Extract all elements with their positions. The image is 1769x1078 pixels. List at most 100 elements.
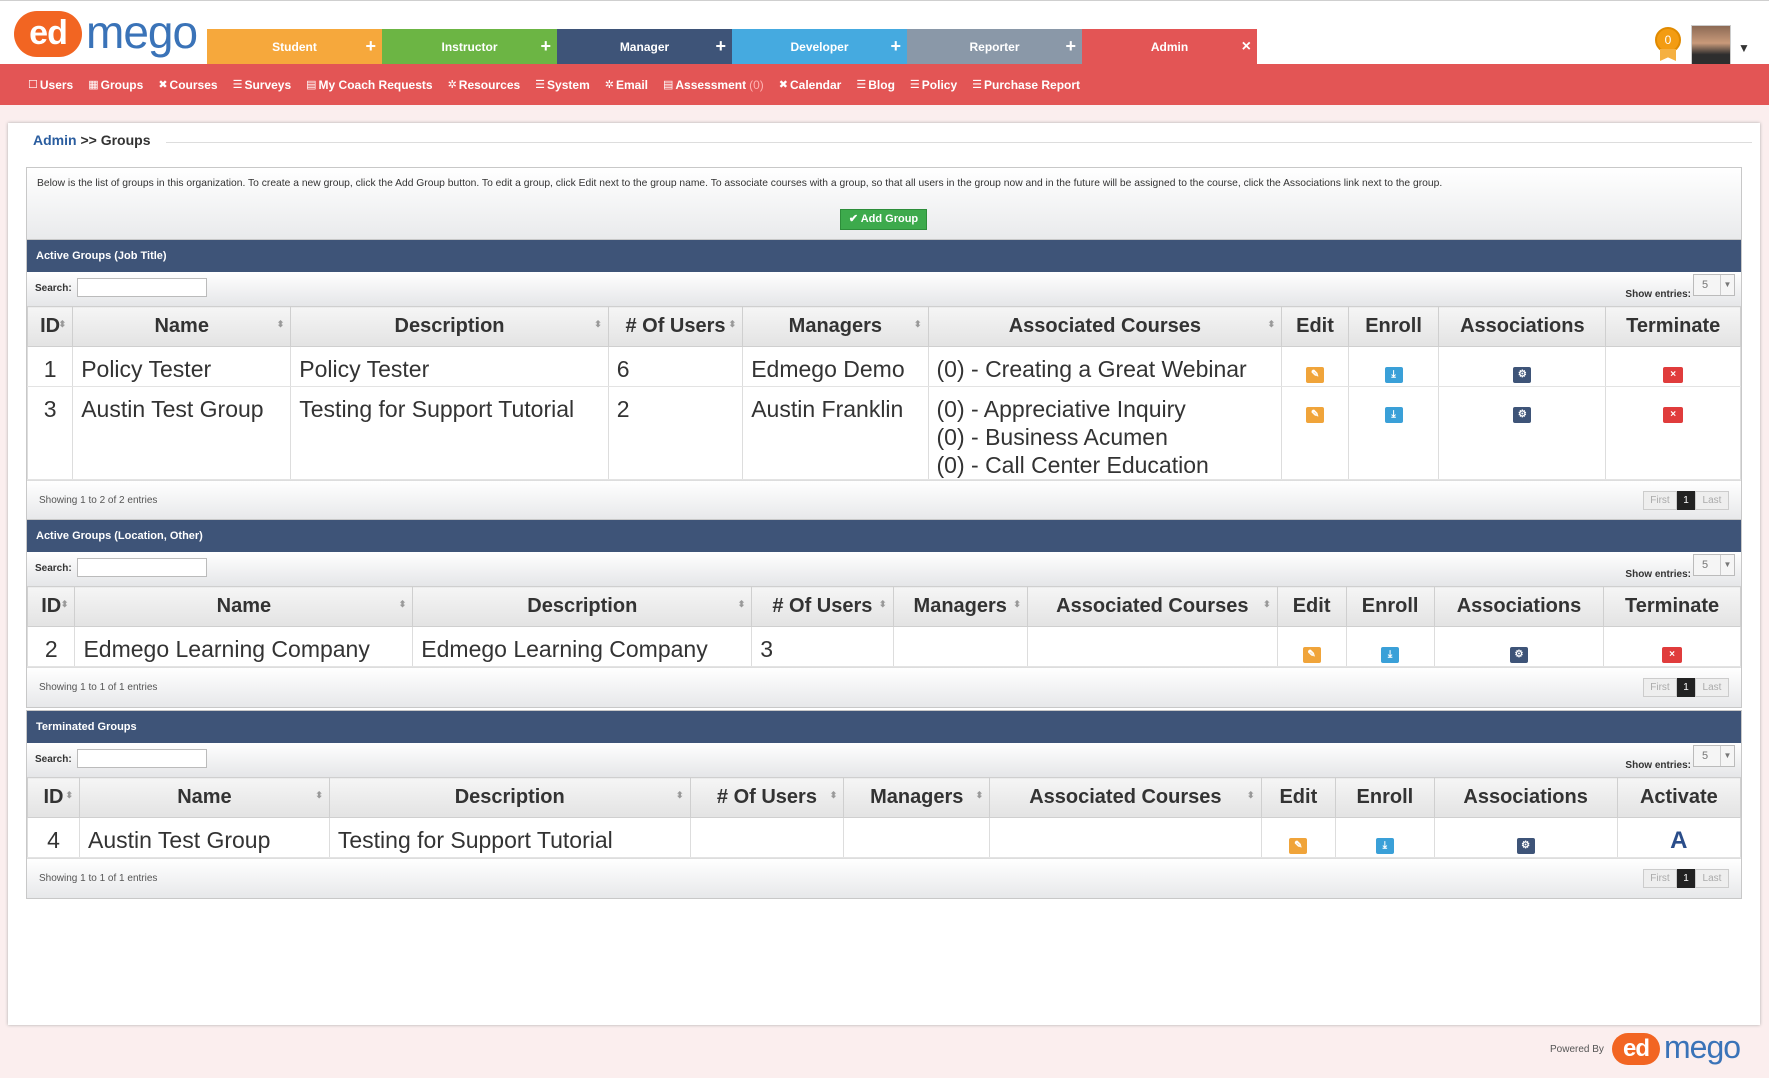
show-entries-select[interactable]: 5 ▼	[1693, 274, 1735, 296]
associated-course: (0) - Call Center Education	[936, 452, 1209, 478]
chevron-down-icon: ▼	[1720, 555, 1734, 575]
add-group-button[interactable]: ✔ Add Group	[840, 209, 927, 230]
column-header-id[interactable]: ID ⬍	[26, 586, 76, 627]
search-input[interactable]	[77, 749, 207, 768]
column-header-terminate: Terminate	[1603, 586, 1741, 627]
tab-manager[interactable]: Manager +	[557, 29, 732, 65]
plus-icon[interactable]: +	[365, 29, 376, 63]
terminate-icon[interactable]: ×	[1663, 367, 1684, 383]
breadcrumb-admin-link[interactable]: Admin	[33, 132, 77, 148]
column-header-description[interactable]: Description ⬍	[290, 306, 609, 347]
nav-item-purchase-report[interactable]: ☰ Purchase Report	[972, 78, 1080, 92]
nav-item-policy[interactable]: ☰ Policy	[910, 78, 957, 92]
plus-icon[interactable]: +	[890, 29, 901, 63]
associations-icon[interactable]: ⚙	[1516, 838, 1535, 854]
action-cell: ✎	[1281, 346, 1349, 387]
column-header-managers[interactable]: Managers ⬍	[843, 777, 991, 818]
column-header-associated-courses[interactable]: Associated Courses ⬍	[927, 306, 1283, 347]
enroll-icon[interactable]: ⤓	[1384, 407, 1403, 423]
edmego-logo[interactable]: ed mego	[14, 7, 198, 59]
nav-item-surveys[interactable]: ☰ Surveys	[233, 78, 292, 92]
column-header-of-users[interactable]: # Of Users ⬍	[689, 777, 845, 818]
associations-icon[interactable]: ⚙	[1513, 367, 1532, 383]
activate-button[interactable]: A	[1670, 827, 1687, 854]
associations-icon[interactable]: ⚙	[1513, 407, 1532, 423]
column-header-of-users[interactable]: # Of Users ⬍	[751, 586, 894, 627]
column-header-associated-courses[interactable]: Associated Courses ⬍	[1026, 586, 1278, 627]
tab-instructor[interactable]: Instructor +	[382, 29, 557, 65]
footer-edmego-logo[interactable]: ed mego	[1612, 1029, 1741, 1067]
column-header-id[interactable]: ID ⬍	[26, 306, 74, 347]
column-header-managers[interactable]: Managers ⬍	[892, 586, 1028, 627]
search-input[interactable]	[77, 278, 207, 297]
groups-table: ID ⬍ Name ⬍ Description ⬍ # Of Users ⬍ Managers ⬍…	[27, 777, 1742, 858]
nav-item-label: Assessment	[675, 77, 747, 92]
plus-icon[interactable]: +	[715, 29, 726, 63]
column-header-label: # Of Users	[716, 786, 817, 808]
nav-item-system[interactable]: ☰ System	[535, 78, 590, 92]
show-entries-select[interactable]: 5 ▼	[1693, 745, 1735, 767]
nav-count-badge: (0)	[749, 77, 764, 92]
pagination-last-button[interactable]: Last	[1695, 491, 1729, 510]
pagination-first-button[interactable]: First	[1643, 869, 1677, 888]
table-row: 1 Policy Tester Policy Tester 6 Edmego Demo(…	[26, 346, 1741, 387]
enroll-icon[interactable]: ⤓	[1375, 838, 1394, 854]
action-cell: ⤓	[1345, 626, 1435, 667]
pagination-first-button[interactable]: First	[1643, 491, 1677, 510]
edit-icon[interactable]: ✎	[1306, 367, 1325, 383]
terminate-icon[interactable]: ×	[1663, 407, 1684, 423]
column-header-associated-courses[interactable]: Associated Courses ⬍	[989, 777, 1262, 818]
tab-admin[interactable]: Admin ×	[1082, 29, 1257, 65]
column-header-label: Associated Courses	[1029, 786, 1222, 808]
enroll-icon[interactable]: ⤓	[1381, 647, 1400, 663]
breadcrumb-separator: >>	[80, 132, 97, 148]
pagination-last-button[interactable]: Last	[1695, 869, 1729, 888]
pagination-last-button[interactable]: Last	[1695, 678, 1729, 697]
nav-item-email[interactable]: ✲ Email	[605, 78, 648, 92]
pagination-page-1[interactable]: 1	[1677, 869, 1695, 888]
pagination-page-1[interactable]: 1	[1677, 491, 1695, 510]
column-header-managers[interactable]: Managers ⬍	[742, 306, 929, 347]
nav-item-courses[interactable]: ✖ Courses	[158, 78, 217, 92]
nav-item-assessment[interactable]: ▤ Assessment (0)	[663, 78, 764, 92]
column-header-description[interactable]: Description ⬍	[412, 586, 753, 627]
nav-item-groups[interactable]: ▦ Groups	[88, 78, 143, 92]
column-header-name[interactable]: Name ⬍	[74, 586, 414, 627]
show-entries-value: 5	[1702, 559, 1709, 571]
tab-student[interactable]: Student +	[207, 29, 382, 65]
chevron-down-icon[interactable]: ▼	[1738, 41, 1750, 55]
nav-item-my-coach-requests[interactable]: ▤ My Coach Requests	[306, 78, 432, 92]
column-header-of-users[interactable]: # Of Users ⬍	[607, 306, 744, 347]
column-header-description[interactable]: Description ⬍	[328, 777, 691, 818]
nav-item-calendar[interactable]: ✖ Calendar	[779, 78, 842, 92]
plus-icon[interactable]: +	[540, 29, 551, 63]
nav-item-resources[interactable]: ✲ Resources	[448, 78, 521, 92]
terminate-icon[interactable]: ×	[1662, 647, 1683, 663]
column-header-enroll: Enroll	[1345, 586, 1435, 627]
tab-developer[interactable]: Developer +	[732, 29, 907, 65]
edit-icon[interactable]: ✎	[1306, 407, 1325, 423]
nav-item-blog[interactable]: ☰ Blog	[856, 78, 895, 92]
group-name: Austin Test Group	[79, 817, 330, 858]
enroll-icon[interactable]: ⤓	[1384, 367, 1403, 383]
main-content: Admin >> Groups Below is the list of gro…	[8, 123, 1760, 1025]
plus-icon[interactable]: +	[1065, 29, 1076, 63]
show-entries-select[interactable]: 5 ▼	[1693, 554, 1735, 576]
search-input[interactable]	[77, 558, 207, 577]
column-header-name[interactable]: Name ⬍	[72, 306, 292, 347]
tab-reporter[interactable]: Reporter +	[907, 29, 1082, 65]
edit-icon[interactable]: ✎	[1289, 838, 1308, 854]
group-managers	[892, 626, 1028, 667]
column-header-id[interactable]: ID ⬍	[27, 777, 80, 818]
edit-icon[interactable]: ✎	[1302, 647, 1321, 663]
associations-icon[interactable]: ⚙	[1509, 647, 1528, 663]
avatar[interactable]	[1691, 25, 1731, 65]
column-header-name[interactable]: Name ⬍	[79, 777, 330, 818]
pagination-page-1[interactable]: 1	[1677, 678, 1695, 697]
group-description: Testing for Support Tutorial	[328, 817, 691, 858]
close-icon[interactable]: ×	[1242, 29, 1251, 65]
group-id: 2	[26, 626, 76, 667]
nav-item-users[interactable]: ☐ Users	[28, 78, 73, 92]
pagination-first-button[interactable]: First	[1643, 678, 1677, 697]
sort-icon: ⬍	[398, 599, 407, 609]
